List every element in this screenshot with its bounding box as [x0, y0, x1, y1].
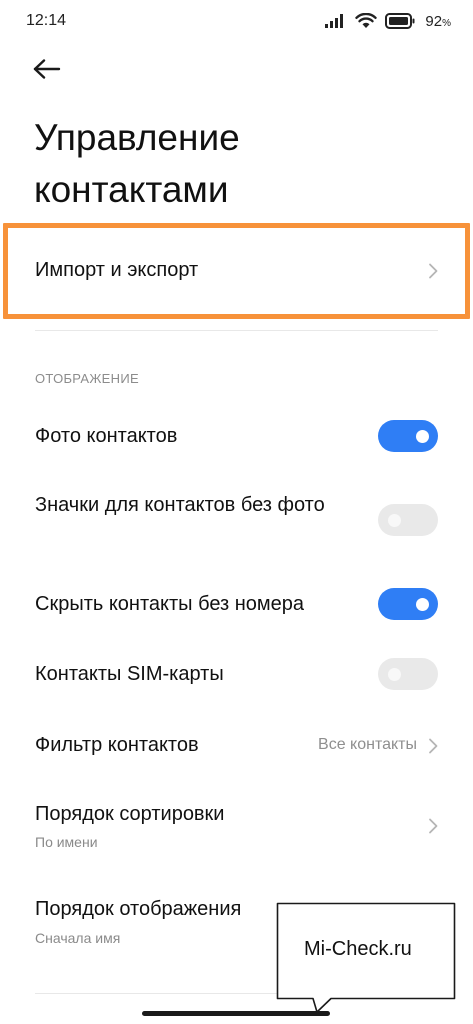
battery-value: 92 — [425, 12, 443, 30]
battery-icon — [385, 13, 415, 29]
divider — [35, 330, 438, 331]
row-sim-contacts[interactable]: Контакты SIM-карты — [0, 656, 473, 700]
toggle-knob — [388, 668, 401, 681]
wifi-icon — [355, 13, 378, 29]
battery-unit: % — [442, 17, 451, 29]
row-label: Контакты SIM-карты — [35, 663, 224, 685]
contact-filter-value: Все контакты — [318, 736, 417, 753]
row-display-order[interactable]: Порядок отображения Сначала имя — [0, 892, 473, 956]
row-contact-badges[interactable]: Значки для контактов без фото — [0, 488, 473, 552]
row-contact-photos[interactable]: Фото контактов — [0, 416, 473, 460]
chevron-right-icon — [429, 818, 438, 834]
toggle-knob — [388, 514, 401, 527]
back-button[interactable] — [30, 56, 64, 86]
toggle-knob — [416, 430, 429, 443]
sim-contacts-toggle[interactable] — [378, 658, 438, 690]
row-contact-filter[interactable]: Фильтр контактов Все контакты — [0, 726, 473, 770]
contact-badges-toggle[interactable] — [378, 504, 438, 536]
row-label: Значки для контактов без фото — [35, 494, 325, 516]
status-icons: 92% — [325, 11, 451, 31]
page-title: Управление контактами — [34, 112, 434, 216]
status-bar: 12:14 92% — [0, 0, 473, 44]
row-label: Порядок сортировки — [35, 803, 225, 825]
divider — [35, 993, 438, 994]
home-indicator[interactable] — [142, 1011, 330, 1016]
page-title-line1: Управление — [34, 117, 240, 158]
arrow-left-icon — [33, 58, 61, 84]
row-hide-no-number[interactable]: Скрыть контакты без номера — [0, 586, 473, 630]
row-label: Скрыть контакты без номера — [35, 593, 305, 615]
hide-no-number-toggle[interactable] — [378, 588, 438, 620]
section-header-display: ОТОБРАЖЕНИЕ — [35, 371, 139, 386]
signal-icon — [325, 14, 347, 28]
chevron-right-icon — [429, 263, 438, 279]
page-title-line2: контактами — [34, 169, 229, 210]
toggle-knob — [416, 598, 429, 611]
import-export-row[interactable]: Импорт и экспорт — [0, 221, 473, 319]
row-label: Фото контактов — [35, 425, 178, 447]
status-time: 12:14 — [26, 12, 67, 29]
battery-percentage: 92% — [425, 13, 451, 30]
row-subtitle: По имени — [35, 834, 98, 850]
contact-photos-toggle[interactable] — [378, 420, 438, 452]
row-label: Фильтр контактов — [35, 734, 199, 756]
row-label: Порядок отображения — [35, 898, 242, 920]
import-export-label: Импорт и экспорт — [35, 259, 199, 281]
chevron-right-icon — [429, 738, 438, 754]
row-sort-order[interactable]: Порядок сортировки По имени — [0, 796, 473, 860]
row-subtitle: Сначала имя — [35, 930, 121, 946]
